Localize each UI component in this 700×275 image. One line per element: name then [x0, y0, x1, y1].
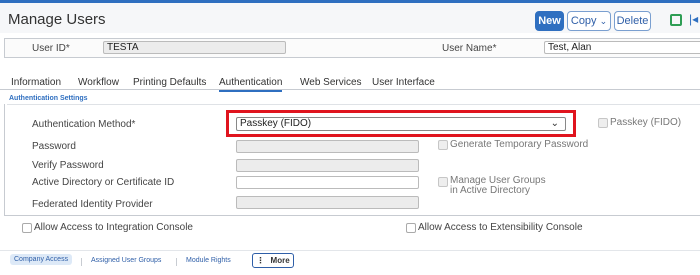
page-title: Manage Users	[8, 11, 106, 28]
integration-console-label: Allow Access to Integration Console	[34, 222, 193, 233]
generate-temp-password-checkbox[interactable]	[438, 140, 448, 150]
federated-idp-label: Federated Identity Provider	[32, 199, 153, 210]
footer-links-bar: Company Access Assigned User Groups Modu…	[0, 250, 700, 272]
tab-web-services[interactable]: Web Services	[300, 77, 362, 88]
tab-authentication[interactable]: Authentication	[219, 77, 283, 92]
section-divider	[7, 104, 700, 105]
tab-user-interface[interactable]: User Interface	[372, 77, 435, 88]
tab-workflow[interactable]: Workflow	[78, 77, 119, 88]
kebab-icon: ⋮	[256, 256, 265, 265]
extensibility-console-label: Allow Access to Extensibility Console	[418, 222, 583, 233]
copy-button[interactable]: Copy ⌄	[567, 11, 611, 31]
chevron-down-icon: ⌄	[599, 16, 608, 26]
panel-left-border	[4, 104, 5, 215]
more-button-label: More	[270, 256, 290, 265]
company-access-link[interactable]: Company Access	[10, 254, 73, 265]
assigned-user-groups-link[interactable]: Assigned User Groups	[91, 257, 161, 264]
status-square-icon[interactable]	[670, 14, 682, 26]
footer-separator	[81, 258, 82, 266]
manage-user-groups-label-line2: in Active Directory	[450, 185, 531, 196]
footer-separator	[176, 258, 177, 266]
auth-method-label: Authentication Method*	[32, 119, 136, 130]
delete-button[interactable]: Delete	[614, 11, 651, 31]
passkey-checkbox[interactable]	[598, 118, 608, 128]
user-id-field[interactable]: TESTA	[103, 41, 286, 54]
copy-button-label: Copy	[570, 15, 597, 27]
tab-information[interactable]: Information	[11, 77, 61, 88]
password-label: Password	[32, 141, 76, 152]
panel-bottom-border	[4, 215, 700, 216]
more-button[interactable]: ⋮ More	[252, 253, 294, 268]
page-header: Manage Users New Copy ⌄ Delete |◂	[0, 3, 700, 33]
extensibility-console-checkbox[interactable]	[406, 223, 416, 233]
tab-printing-defaults[interactable]: Printing Defaults	[133, 77, 206, 88]
user-id-row: User ID* TESTA User Name* Test, Alan	[4, 38, 700, 58]
highlight-box	[226, 110, 576, 137]
ad-cert-label: Active Directory or Certificate ID	[32, 177, 175, 188]
user-name-label: User Name*	[442, 43, 497, 54]
passkey-checkbox-label: Passkey (FIDO)	[610, 117, 682, 128]
ad-cert-field[interactable]	[236, 176, 419, 189]
manage-user-groups-checkbox[interactable]	[438, 177, 448, 187]
generate-temp-password-label: Generate Temporary Password	[450, 139, 589, 150]
new-button[interactable]: New	[535, 11, 564, 31]
verify-password-label: Verify Password	[32, 160, 104, 171]
password-field[interactable]	[236, 140, 419, 153]
first-record-icon[interactable]: |◂	[689, 12, 698, 26]
integration-console-checkbox[interactable]	[22, 223, 32, 233]
verify-password-field[interactable]	[236, 159, 419, 172]
user-id-label: User ID*	[32, 43, 70, 54]
tab-bar: Information Workflow Printing Defaults A…	[0, 74, 700, 92]
user-name-field[interactable]: Test, Alan	[544, 41, 700, 54]
federated-idp-field[interactable]	[236, 196, 419, 209]
section-title: Authentication Settings	[9, 95, 88, 102]
module-rights-link[interactable]: Module Rights	[186, 257, 231, 264]
